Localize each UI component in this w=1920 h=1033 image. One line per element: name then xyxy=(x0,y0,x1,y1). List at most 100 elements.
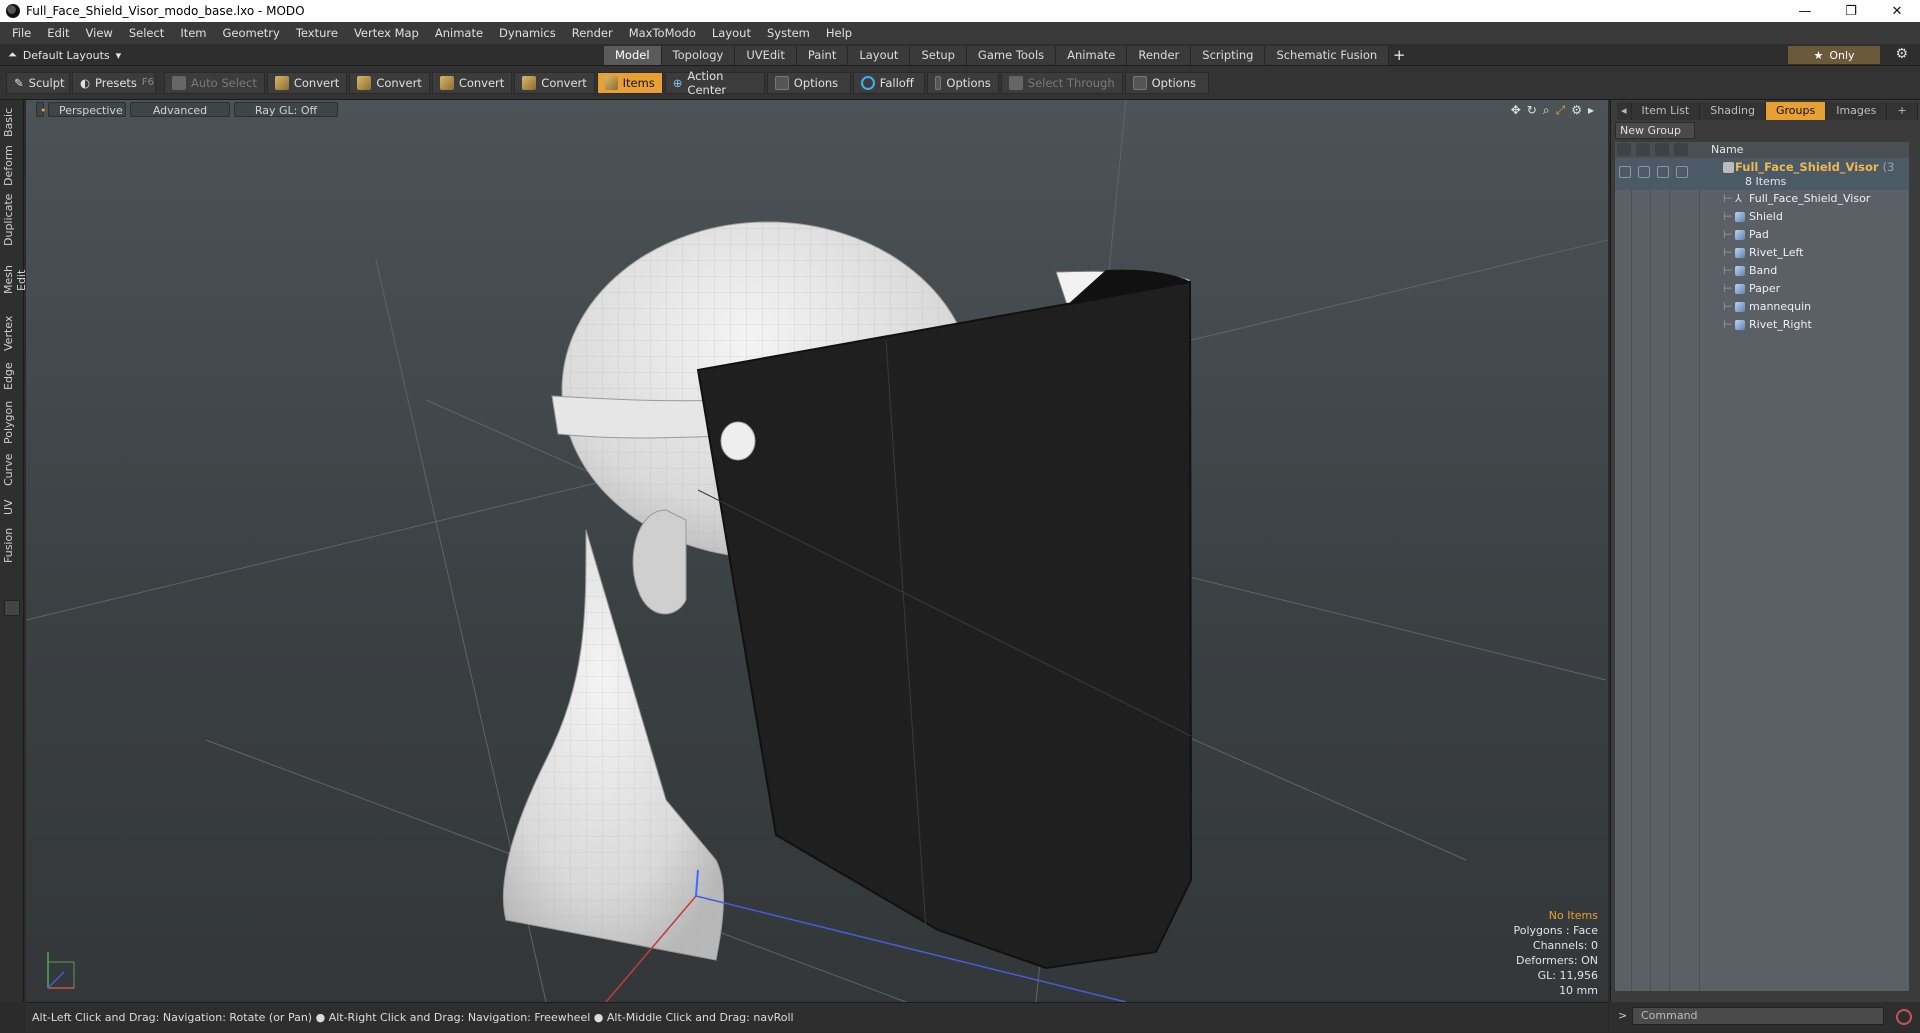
list-item[interactable]: ⊢ mannequin xyxy=(1615,298,1909,316)
tab-groups[interactable]: Groups xyxy=(1765,102,1827,120)
tab-animate[interactable]: Animate xyxy=(1056,46,1128,65)
menu-vertex-map[interactable]: Vertex Map xyxy=(346,22,427,44)
fit-view-icon[interactable]: ⤢ xyxy=(1556,103,1566,118)
shading-mode-dropdown[interactable]: Advanced xyxy=(130,102,230,117)
raygl-toggle[interactable]: Ray GL: Off xyxy=(234,102,338,117)
tab-game-tools[interactable]: Game Tools xyxy=(966,46,1057,65)
list-item[interactable]: ⊢ Rivet_Left xyxy=(1615,244,1909,262)
panel-menu-icon[interactable]: ◂ xyxy=(1617,102,1632,120)
convert-material-button[interactable]: Convert xyxy=(514,71,595,94)
items-cube-icon xyxy=(604,75,618,90)
tab-images[interactable]: Images xyxy=(1826,102,1888,120)
minimize-button[interactable]: — xyxy=(1782,0,1828,22)
menu-layout[interactable]: Layout xyxy=(704,22,759,44)
menu-maxtomodo[interactable]: MaxToModo xyxy=(621,22,704,44)
select-through-button[interactable]: Select Through xyxy=(1000,71,1123,94)
vtab-curve[interactable]: Curve xyxy=(2,452,22,488)
list-item[interactable]: ⊢ Pad xyxy=(1615,226,1909,244)
tab-scripting[interactable]: Scripting xyxy=(1191,46,1266,65)
tab-uvedit[interactable]: UVEdit xyxy=(735,46,797,65)
list-item[interactable]: ⊢ Rivet_Right xyxy=(1615,316,1909,334)
vtab-uv[interactable]: UV xyxy=(2,496,22,518)
list-item[interactable]: ⊢ Paper xyxy=(1615,280,1909,298)
presets-button[interactable]: ◐ Presets F6 xyxy=(72,71,156,94)
maximize-button[interactable]: ❐ xyxy=(1828,0,1874,22)
menu-animate[interactable]: Animate xyxy=(427,22,491,44)
convert-edge-button[interactable]: Convert xyxy=(349,71,430,94)
select-toggle-icon[interactable] xyxy=(1676,166,1688,178)
layout-dropdown[interactable]: ⏶ Default Layouts ▾ xyxy=(8,44,121,66)
menu-edit[interactable]: Edit xyxy=(39,22,77,44)
rotate-view-icon[interactable]: ↻ xyxy=(1527,103,1537,118)
tab-render[interactable]: Render xyxy=(1127,46,1192,65)
crosshair-icon: ⊕ xyxy=(672,75,683,90)
viewport-settings-icon[interactable]: ⚙ xyxy=(1571,103,1582,118)
zoom-view-icon[interactable]: ⌕ xyxy=(1543,103,1550,118)
render-toggle-icon[interactable] xyxy=(1638,166,1650,178)
vtab-fusion[interactable]: Fusion xyxy=(2,526,22,564)
falloff-options-button[interactable]: Options xyxy=(926,71,999,94)
menu-geometry[interactable]: Geometry xyxy=(215,22,288,44)
command-input[interactable]: Command xyxy=(1632,1007,1884,1025)
action-center-button[interactable]: ⊕ Action Center xyxy=(664,69,765,97)
items-mode-button[interactable]: Items xyxy=(596,71,663,94)
menu-item[interactable]: Item xyxy=(172,22,214,44)
vtab-basic[interactable]: Basic xyxy=(2,104,22,140)
tab-schematic-fusion[interactable]: Schematic Fusion xyxy=(1265,46,1390,65)
collapse-up-icon[interactable]: ⏶ xyxy=(8,48,17,62)
only-toggle-button[interactable]: ★ Only xyxy=(1788,46,1880,64)
menu-dynamics[interactable]: Dynamics xyxy=(491,22,564,44)
tree-branch-icon: ⊢ xyxy=(1723,282,1733,295)
vtab-mesh-edit[interactable]: Mesh Edit xyxy=(2,254,28,306)
list-item[interactable]: ⊢ Band xyxy=(1615,262,1909,280)
group-row[interactable]: Full_Face_Shield_Visor (3 8 Items xyxy=(1615,158,1909,190)
tab-item-list[interactable]: Item List xyxy=(1631,102,1701,120)
gear-icon[interactable]: ⚙ xyxy=(1895,46,1908,62)
tab-paint[interactable]: Paint xyxy=(796,46,849,65)
convert-polygon-button[interactable]: Convert xyxy=(431,71,513,94)
tab-model[interactable]: Model xyxy=(604,46,662,65)
panel-toggle-icon[interactable] xyxy=(4,600,20,616)
vtab-deform[interactable]: Deform xyxy=(2,145,22,186)
vtab-duplicate[interactable]: Duplicate xyxy=(2,194,22,246)
tab-add-panel[interactable]: + xyxy=(1887,102,1918,120)
eye-icon[interactable] xyxy=(1619,166,1631,178)
add-tab-icon[interactable]: + xyxy=(1389,46,1409,65)
tab-shading[interactable]: Shading xyxy=(1700,102,1766,120)
vtab-edge[interactable]: Edge xyxy=(2,360,22,392)
vtab-vertex[interactable]: Vertex xyxy=(2,314,22,352)
convert-vertex-button[interactable]: Convert xyxy=(266,71,348,94)
select-column-icon[interactable] xyxy=(1674,143,1688,156)
visibility-column-icon[interactable] xyxy=(1617,143,1631,156)
action-center-options-button[interactable]: Options xyxy=(766,71,851,94)
record-macro-icon[interactable] xyxy=(1896,1009,1912,1025)
menu-file[interactable]: File xyxy=(4,22,39,44)
tab-topology[interactable]: Topology xyxy=(661,46,736,65)
lock-toggle-icon[interactable] xyxy=(1657,166,1669,178)
view-type-dropdown[interactable]: Perspective xyxy=(48,102,126,117)
3d-viewport[interactable]: • Perspective Advanced Ray GL: Off ✥ ↻ ⌕… xyxy=(26,100,1608,1002)
menu-render[interactable]: Render xyxy=(564,22,621,44)
falloff-button[interactable]: Falloff xyxy=(852,71,925,94)
menu-view[interactable]: View xyxy=(78,22,121,44)
viewport-menu-icon[interactable]: • xyxy=(36,102,47,117)
menu-system[interactable]: System xyxy=(759,22,818,44)
list-item[interactable]: ⊢ ⅄ Full_Face_Shield_Visor xyxy=(1615,190,1909,208)
sculpt-button[interactable]: ✎ Sculpt xyxy=(6,71,70,94)
lock-column-icon[interactable] xyxy=(1655,143,1669,156)
viewport-scene[interactable] xyxy=(26,100,1608,1002)
tab-setup[interactable]: Setup xyxy=(910,46,967,65)
move-view-icon[interactable]: ✥ xyxy=(1511,103,1521,118)
tab-layout[interactable]: Layout xyxy=(848,46,911,65)
auto-select-button[interactable]: Auto Select xyxy=(164,71,265,94)
render-column-icon[interactable] xyxy=(1636,143,1650,156)
select-options-button[interactable]: Options xyxy=(1124,71,1209,94)
new-group-button[interactable]: New Group xyxy=(1615,122,1695,139)
menu-select[interactable]: Select xyxy=(121,22,172,44)
menu-help[interactable]: Help xyxy=(818,22,860,44)
menu-texture[interactable]: Texture xyxy=(288,22,346,44)
viewport-expand-icon[interactable]: ▸ xyxy=(1588,103,1594,118)
close-button[interactable]: ✕ xyxy=(1874,0,1920,22)
list-item[interactable]: ⊢ Shield xyxy=(1615,208,1909,226)
vtab-polygon[interactable]: Polygon xyxy=(2,400,22,444)
